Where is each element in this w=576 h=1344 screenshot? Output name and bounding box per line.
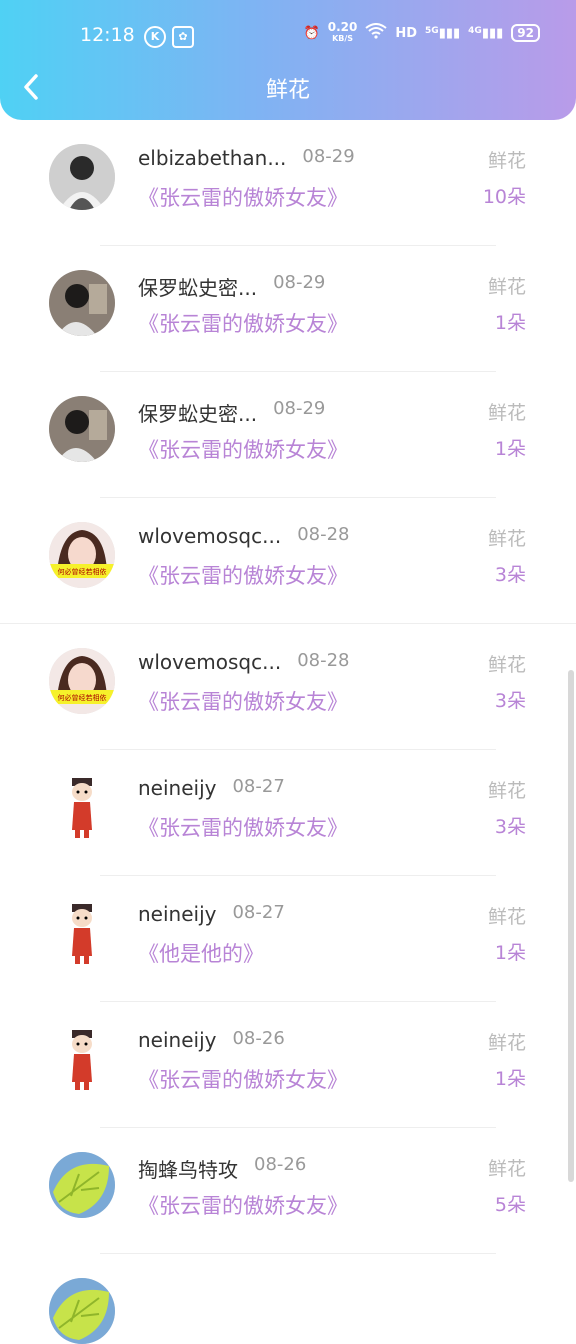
- gift-date: 08-29: [273, 272, 326, 293]
- gift-type: 鲜花: [487, 654, 526, 676]
- battery-icon: 92: [511, 24, 540, 42]
- avatar[interactable]: 何必曾经若相依: [49, 522, 115, 588]
- book-title-link[interactable]: 《张云雷的傲娇女友》: [138, 812, 348, 842]
- gift-type: 鲜花: [487, 150, 526, 172]
- gift-date: 08-26: [254, 1154, 307, 1175]
- gift-date: 08-28: [297, 524, 350, 545]
- book-title-link[interactable]: 《张云雷的傲娇女友》: [138, 1064, 348, 1094]
- gift-type: 鲜花: [487, 402, 526, 424]
- avatar[interactable]: [49, 144, 115, 210]
- user-name[interactable]: neineijy: [138, 902, 216, 926]
- wifi-icon: [365, 23, 387, 43]
- gift-type: 鲜花: [487, 1032, 526, 1054]
- status-time: 12:18: [80, 24, 135, 46]
- signal-5g: 5G▮▮▮: [425, 25, 461, 41]
- list-item[interactable]: 保罗蚣史密... 08-29 《张云雷的傲娇女友》 鲜花 1朵: [0, 246, 576, 372]
- avatar[interactable]: [49, 1026, 115, 1092]
- flower-count: 1朵: [494, 312, 526, 334]
- list-item[interactable]: 掏蜂鸟特攻 08-26 《张云雷的傲娇女友》 鲜花 5朵: [0, 1128, 576, 1254]
- user-name[interactable]: wlovemosqc...: [138, 524, 281, 548]
- list-item[interactable]: 何必曾经若相依 wlovemosqc... 08-28 《张云雷的傲娇女友》 鲜花 3朵: [0, 624, 576, 750]
- alarm-icon: ⏰: [303, 25, 320, 41]
- gift-type: 鲜花: [487, 906, 526, 928]
- app-header: 12:18 K ✿ ⏰ 0.20 KB/S HD 5G▮▮▮ 4G▮▮▮ 92 …: [0, 0, 576, 120]
- hd-label: HD: [395, 25, 418, 41]
- book-title-link[interactable]: 《他是他的》: [138, 938, 264, 968]
- paw-app-icon: ✿: [172, 26, 194, 48]
- flower-count: 3朵: [494, 564, 526, 586]
- avatar[interactable]: [49, 900, 115, 966]
- book-title-link[interactable]: 《张云雷的傲娇女友》: [138, 434, 348, 464]
- flower-count: 3朵: [494, 690, 526, 712]
- flower-count: 1朵: [494, 438, 526, 460]
- avatar[interactable]: 何必曾经若相依: [49, 648, 115, 714]
- gift-type: 鲜花: [487, 276, 526, 298]
- book-title-link[interactable]: 《张云雷的傲娇女友》: [138, 686, 348, 716]
- book-title-link[interactable]: 《张云雷的傲娇女友》: [138, 1190, 348, 1220]
- flower-count: 1朵: [494, 942, 526, 964]
- scrollbar[interactable]: [568, 670, 574, 1182]
- avatar[interactable]: [49, 396, 115, 462]
- user-name[interactable]: wlovemosqc...: [138, 650, 281, 674]
- flower-count: 3朵: [494, 816, 526, 838]
- list-item[interactable]: elbizabethan... 08-29 《张云雷的傲娇女友》 鲜花 10朵: [0, 120, 576, 246]
- list-item[interactable]: 保罗蚣史密... 08-29 《张云雷的傲娇女友》 鲜花 1朵: [0, 372, 576, 498]
- flower-count: 10朵: [482, 186, 526, 208]
- avatar[interactable]: [49, 270, 115, 336]
- avatar[interactable]: [49, 1152, 115, 1218]
- page-title: 鲜花: [265, 78, 310, 103]
- gift-type: 鲜花: [487, 1158, 526, 1180]
- status-bar: 12:18 K ✿ ⏰ 0.20 KB/S HD 5G▮▮▮ 4G▮▮▮ 92: [0, 20, 576, 50]
- list-item[interactable]: neineijy 08-27 《他是他的》 鲜花 1朵: [0, 876, 576, 1002]
- user-name[interactable]: elbizabethan...: [138, 146, 286, 170]
- gift-type: 鲜花: [487, 780, 526, 802]
- gift-date: 08-27: [232, 902, 285, 923]
- gift-date: 08-26: [232, 1028, 285, 1049]
- k-app-icon: K: [144, 26, 166, 48]
- gift-date: 08-29: [302, 146, 355, 167]
- svg-text:何必曾经若相依: 何必曾经若相依: [58, 567, 107, 576]
- status-right: ⏰ 0.20 KB/S HD 5G▮▮▮ 4G▮▮▮ 92: [303, 20, 540, 44]
- user-name[interactable]: 保罗蚣史密...: [138, 272, 257, 301]
- gift-date: 08-27: [232, 776, 285, 797]
- book-title-link[interactable]: 《张云雷的傲娇女友》: [138, 308, 348, 338]
- list-item[interactable]: 何必曾经若相依 wlovemosqc... 08-28 《张云雷的傲娇女友》 鲜花 3朵: [0, 498, 576, 624]
- network-speed: 0.20 KB/S: [327, 20, 358, 43]
- signal-4g: 4G▮▮▮: [468, 25, 504, 41]
- user-name[interactable]: 保罗蚣史密...: [138, 398, 257, 427]
- gift-date: 08-29: [273, 398, 326, 419]
- user-name[interactable]: 掏蜂鸟特攻: [138, 1154, 238, 1183]
- user-name[interactable]: neineijy: [138, 776, 216, 800]
- row-divider: [100, 1253, 496, 1254]
- list-item[interactable]: neineijy 08-27 《张云雷的傲娇女友》 鲜花 3朵: [0, 750, 576, 876]
- avatar[interactable]: [49, 1278, 115, 1344]
- svg-text:何必曾经若相依: 何必曾经若相依: [58, 693, 107, 702]
- gift-date: 08-28: [297, 650, 350, 671]
- flower-count: 1朵: [494, 1068, 526, 1090]
- book-title-link[interactable]: 《张云雷的傲娇女友》: [138, 182, 348, 212]
- book-title-link[interactable]: 《张云雷的傲娇女友》: [138, 560, 348, 590]
- avatar[interactable]: [49, 774, 115, 840]
- user-name[interactable]: neineijy: [138, 1028, 216, 1052]
- gift-type: 鲜花: [487, 528, 526, 550]
- flower-count: 5朵: [494, 1194, 526, 1216]
- list-item[interactable]: neineijy 08-26 《张云雷的傲娇女友》 鲜花 1朵: [0, 1002, 576, 1128]
